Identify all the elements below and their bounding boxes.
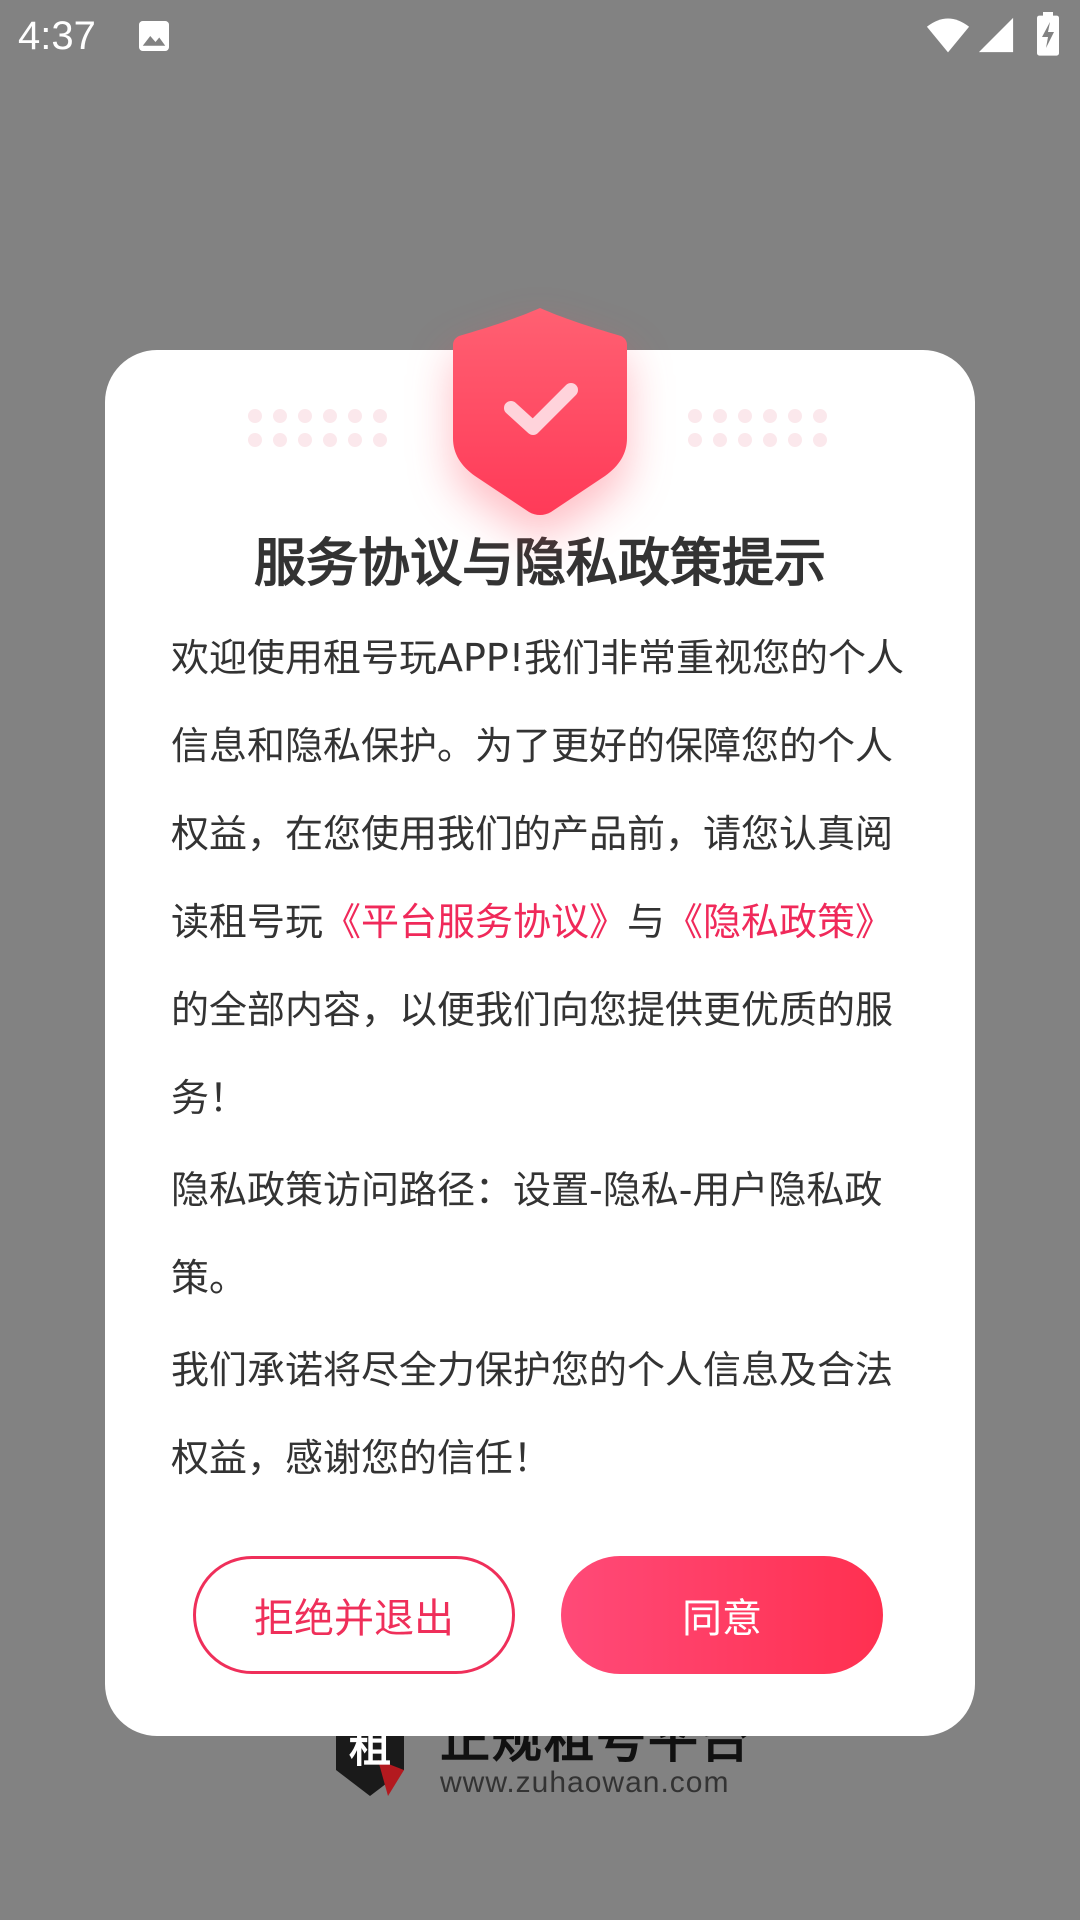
agreement-text-end: 的全部内容，以便我们向您提供更优质的服务！ bbox=[171, 988, 894, 1120]
agree-button[interactable]: 同意 bbox=[561, 1556, 883, 1674]
dots-decoration-right bbox=[688, 409, 827, 447]
battery-charging-icon bbox=[1037, 12, 1059, 56]
privacy-policy-link[interactable]: 《隐私政策》 bbox=[665, 900, 893, 944]
privacy-path-paragraph: 隐私政策访问路径：设置-隐私-用户隐私政策。 bbox=[171, 1168, 883, 1300]
status-bar: 4:37 bbox=[0, 0, 1080, 72]
promise-paragraph: 我们承诺将尽全力保护您的个人信息及合法权益，感谢您的信任！ bbox=[171, 1348, 894, 1480]
dots-decoration-left bbox=[248, 409, 387, 447]
screen: 4:37 租 正规租号平台 www.zuhaowan.com 服务协议与隐私政策… bbox=[0, 0, 1080, 1920]
image-icon bbox=[139, 21, 169, 51]
privacy-dialog: 服务协议与隐私政策提示 欢迎使用租号玩APP!我们非常重视您的个人信息和隐私保护… bbox=[105, 350, 975, 1736]
dialog-title: 服务协议与隐私政策提示 bbox=[253, 534, 826, 594]
wifi-icon bbox=[926, 18, 970, 53]
agreement-text-start: 欢迎使用租号玩APP!我们非常重视您的个人信息和隐私保护。为了更好的保障您的个人… bbox=[171, 636, 905, 944]
brand-logo-url: www.zuhaowan.com bbox=[440, 1766, 730, 1799]
shield-check-icon bbox=[453, 308, 627, 515]
agreement-paragraph: 欢迎使用租号玩APP!我们非常重视您的个人信息和隐私保护。为了更好的保障您的个人… bbox=[171, 614, 917, 1142]
signal-icon bbox=[978, 17, 1014, 53]
agreement-text-middle: 与 bbox=[627, 900, 666, 944]
status-time: 4:37 bbox=[18, 14, 96, 58]
reject-and-exit-button[interactable]: 拒绝并退出 bbox=[193, 1556, 515, 1674]
dialog-body: 欢迎使用租号玩APP!我们非常重视您的个人信息和隐私保护。为了更好的保障您的个人… bbox=[171, 614, 917, 1502]
service-agreement-link[interactable]: 《平台服务协议》 bbox=[323, 900, 627, 944]
